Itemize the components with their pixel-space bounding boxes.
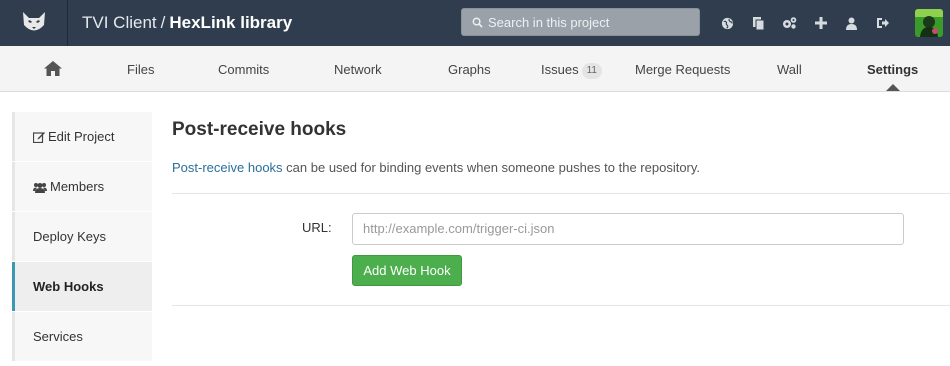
nav-item-wall[interactable]: Wall: [777, 46, 802, 92]
description-text: can be used for binding events when some…: [282, 160, 701, 175]
sidebar-item-label: Deploy Keys: [33, 229, 106, 244]
nav-item-issues-label: Issues: [541, 62, 579, 77]
sidebar-item-web-hooks[interactable]: Web Hooks: [12, 262, 152, 311]
project-name[interactable]: HexLink library: [169, 13, 292, 32]
divider: [172, 193, 950, 194]
sidebar-item-label: Services: [33, 329, 83, 344]
issues-count-badge: 11: [581, 63, 602, 79]
plus-icon[interactable]: [805, 0, 836, 46]
sidebar-item-edit-project[interactable]: Edit Project: [12, 112, 152, 161]
group-name[interactable]: TVI Client: [82, 13, 157, 32]
fox-logo-icon: [22, 12, 45, 31]
nav-item-graphs[interactable]: Graphs: [448, 46, 491, 92]
project-title[interactable]: TVI Client / HexLink library: [82, 13, 292, 33]
sign-out-icon[interactable]: [867, 0, 898, 46]
nav-home[interactable]: [44, 46, 62, 92]
gitlab-logo[interactable]: [0, 0, 68, 46]
settings-sidebar: Edit Project Members Deploy Keys Web Hoo…: [12, 112, 152, 362]
users-icon: [33, 183, 47, 193]
add-web-hook-button[interactable]: Add Web Hook: [352, 255, 462, 286]
settings-gears-icon[interactable]: [774, 0, 805, 46]
divider: [172, 305, 950, 306]
edit-icon: [32, 132, 45, 144]
main-content: Post-receive hooks Post-receive hooks ca…: [172, 112, 950, 175]
avatar[interactable]: [915, 9, 943, 37]
project-nav: Files Commits Network Graphs Issues 11 Me…: [0, 46, 950, 92]
nav-item-commits[interactable]: Commits: [218, 46, 269, 92]
title-separator: /: [160, 13, 166, 32]
page-description: Post-receive hooks can be used for bindi…: [172, 160, 950, 175]
search-input[interactable]: Search in this project: [461, 8, 700, 36]
nav-item-network[interactable]: Network: [334, 46, 382, 92]
globe-icon[interactable]: [712, 0, 743, 46]
url-input[interactable]: http://example.com/trigger-ci.json: [352, 213, 904, 245]
sidebar-item-label: Members: [50, 179, 105, 194]
header-icon-bar: [712, 0, 898, 46]
nav-item-merge-requests[interactable]: Merge Requests: [635, 46, 730, 92]
post-receive-hooks-link[interactable]: Post-receive hooks: [172, 160, 283, 175]
sidebar-item-label: Edit Project: [48, 129, 115, 144]
nav-item-issues[interactable]: Issues 11: [541, 46, 602, 92]
page-title: Post-receive hooks: [172, 119, 347, 140]
nav-item-files[interactable]: Files: [127, 46, 154, 92]
sidebar-item-deploy-keys[interactable]: Deploy Keys: [12, 212, 152, 261]
copy-icon[interactable]: [743, 0, 774, 46]
url-label: URL:: [302, 220, 332, 235]
search-icon: [472, 17, 483, 28]
sidebar-item-services[interactable]: Services: [12, 312, 152, 361]
sidebar-item-label: Web Hooks: [33, 279, 104, 294]
top-header: TVI Client / HexLink library Search in thi…: [0, 0, 950, 46]
active-tab-caret: [886, 84, 900, 91]
sidebar-item-members[interactable]: Members: [12, 162, 152, 211]
search-placeholder: Search in this project: [488, 14, 610, 30]
user-icon[interactable]: [836, 0, 867, 46]
home-icon: [44, 61, 62, 76]
